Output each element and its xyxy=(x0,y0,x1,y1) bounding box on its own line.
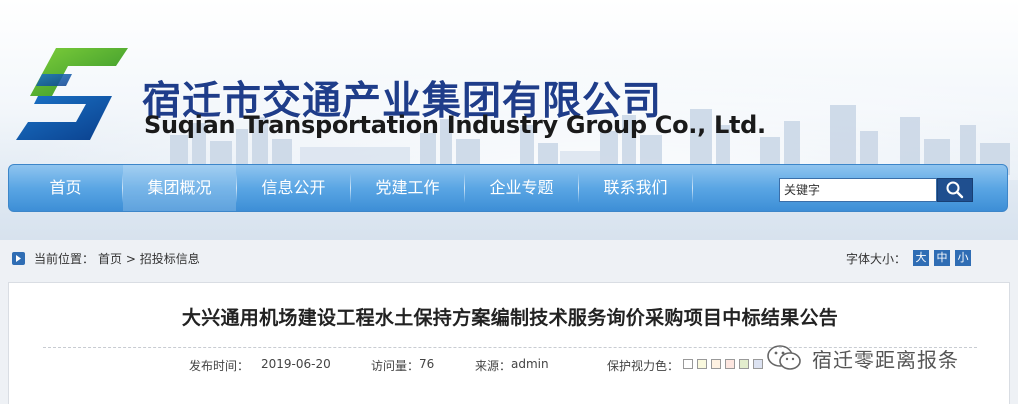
breadcrumb: 首页 > 招投标信息 xyxy=(98,250,200,267)
location-icon xyxy=(12,252,25,265)
company-logo xyxy=(16,48,128,140)
nav-item-party-building[interactable]: 党建工作 xyxy=(351,165,464,211)
search-icon xyxy=(946,181,964,199)
main-nav: 首页 集团概况 信息公开 党建工作 企业专题 联系我们 xyxy=(8,164,1008,212)
source-value: admin xyxy=(511,357,549,371)
watermark-text: 宿迁零距离报条 xyxy=(812,348,959,372)
nav-item-enterprise-topics[interactable]: 企业专题 xyxy=(465,165,578,211)
eye-color-option[interactable] xyxy=(683,359,693,369)
company-name-en: Suqian Transportation Industry Group Co.… xyxy=(144,111,766,139)
nav-divider xyxy=(692,173,693,203)
article-title: 大兴通用机场建设工程水土保持方案编制技术服务询价采购项目中标结果公告 xyxy=(181,307,839,329)
font-size-large-button[interactable]: 大 xyxy=(913,250,929,266)
breadcrumb-home-link[interactable]: 首页 xyxy=(98,252,122,266)
breadcrumb-current-link[interactable]: 招投标信息 xyxy=(140,252,200,266)
article-panel: 大兴通用机场建设工程水土保持方案编制技术服务询价采购项目中标结果公告 发布时间：… xyxy=(8,282,1010,404)
nav-item-info-disclosure[interactable]: 信息公开 xyxy=(237,165,350,211)
search-input[interactable] xyxy=(779,178,937,202)
search-button[interactable] xyxy=(937,178,973,202)
source-label: 来源： xyxy=(475,359,512,373)
eye-color-option[interactable] xyxy=(753,359,763,369)
font-size-label: 字体大小： xyxy=(846,252,907,266)
wechat-icon xyxy=(767,345,801,370)
views-label: 访问量： xyxy=(371,359,420,373)
breadcrumb-label: 当前位置： xyxy=(34,252,95,266)
breadcrumb-separator: > xyxy=(125,252,136,266)
nav-item-group-overview[interactable]: 集团概况 xyxy=(123,165,236,211)
nav-item-contact-us[interactable]: 联系我们 xyxy=(579,165,692,211)
font-size-small-button[interactable]: 小 xyxy=(955,250,971,266)
publish-date: 2019-06-20 xyxy=(261,357,331,371)
views-count: 76 xyxy=(419,357,435,371)
eye-color-option[interactable] xyxy=(697,359,707,369)
eye-care-color-label: 保护视力色： xyxy=(607,359,680,373)
eye-color-option[interactable] xyxy=(711,359,721,369)
eye-color-option[interactable] xyxy=(725,359,735,369)
publish-time-label: 发布时间： xyxy=(189,359,250,373)
breadcrumb-bar: 当前位置： 首页 > 招投标信息 字体大小： 大 中 小 xyxy=(0,240,1018,276)
eye-color-option[interactable] xyxy=(739,359,749,369)
font-size-medium-button[interactable]: 中 xyxy=(934,250,950,266)
nav-item-home[interactable]: 首页 xyxy=(9,165,122,211)
